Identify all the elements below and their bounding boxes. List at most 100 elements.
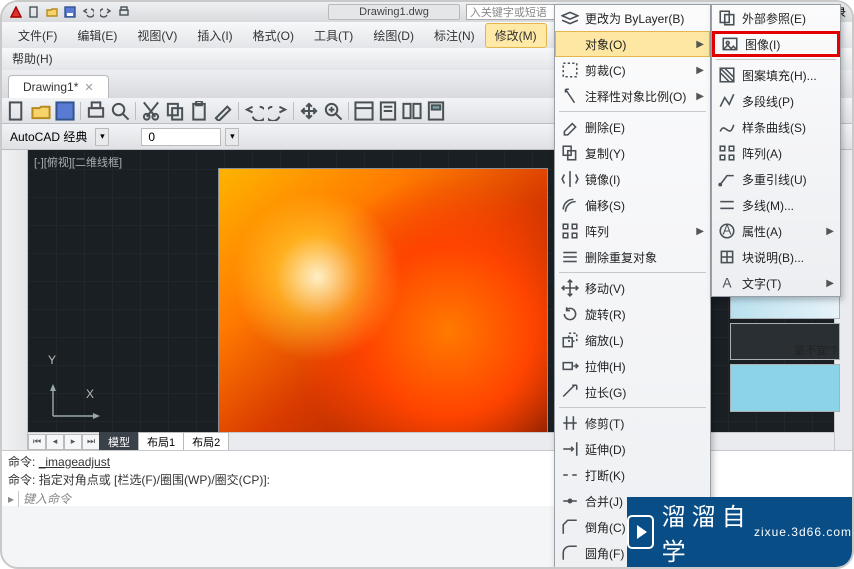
object-submenu-item[interactable]: 图案填充(H)... [712,62,840,88]
save-icon[interactable] [62,4,78,20]
modify-menu-item[interactable]: 删除(E) [555,114,710,140]
object-submenu-item[interactable]: 样条曲线(S) [712,114,840,140]
object-submenu-item[interactable]: 多线(M)... [712,192,840,218]
array-icon [561,222,579,240]
scale-icon [561,331,579,349]
command-prompt[interactable]: 键入命令 [23,490,71,508]
tab-layout1[interactable]: 布局1 [138,432,184,451]
object-submenu-item[interactable]: 块说明(B)... [712,244,840,270]
document-title: Drawing1.dwg [328,4,460,20]
menu-modify[interactable]: 修改(M) [485,23,547,48]
inserted-image[interactable] [218,168,548,440]
close-icon[interactable]: ✕ [84,81,93,94]
chevron-down-icon[interactable]: ▾ [95,128,109,146]
spline-icon [718,118,736,136]
undo-icon[interactable] [80,4,96,20]
modify-menu-item[interactable]: 复制(Y) [555,140,710,166]
plot-icon[interactable] [85,100,107,122]
calc-icon[interactable] [425,100,447,122]
open-doc-icon[interactable] [30,100,52,122]
modify-menu-item[interactable]: 更改为 ByLayer(B) [555,5,710,31]
tab-next-icon[interactable]: ▸ [64,434,82,450]
new-icon[interactable] [26,4,42,20]
chevron-right-icon: ▶ [696,39,704,50]
object-submenu-item[interactable]: 多重引线(U) [712,166,840,192]
menu-file[interactable]: 文件(F) [8,23,67,48]
object-submenu-item[interactable]: 外部参照(E) [712,5,840,31]
modify-menu-item[interactable]: 剪裁(C)▶ [555,57,710,83]
save-doc-icon[interactable] [54,100,76,122]
draw-toolbar[interactable] [2,150,28,450]
menu-insert[interactable]: 插入(I) [187,23,242,48]
array-icon [718,144,736,162]
preview-icon[interactable] [109,100,131,122]
modify-menu-item[interactable]: 打断(K) [555,462,710,488]
menu-item-label: 旋转(R) [585,306,704,323]
properties-icon[interactable] [353,100,375,122]
modify-menu-item[interactable]: 镜像(I) [555,166,710,192]
hatch-icon [718,66,736,84]
object-submenu-item[interactable]: 阵列(A) [712,140,840,166]
modify-menu-item[interactable]: 偏移(S) [555,192,710,218]
chevron-down-icon[interactable]: ▾ [225,128,239,146]
modify-menu-item[interactable]: 延伸(D) [555,436,710,462]
menu-dimension[interactable]: 标注(N) [424,23,485,48]
tab-layout2[interactable]: 布局2 [183,432,229,451]
workspace-name[interactable]: AutoCAD 经典 [6,126,91,147]
cmd-history-2a: 命令: [8,473,35,487]
menu-format[interactable]: 格式(O) [243,23,304,48]
menu-item-label: 更改为 ByLayer(B) [585,10,704,27]
thumbnail[interactable] [730,364,840,412]
modify-menu-item[interactable]: 拉伸(H) [555,353,710,379]
tab-model[interactable]: 模型 [99,432,139,451]
doc-tab[interactable]: Drawing1* ✕ [8,75,109,98]
app-icon[interactable] [8,4,24,20]
menu-draw[interactable]: 绘图(D) [363,23,424,48]
separator [348,102,349,120]
undo-tb-icon[interactable] [243,100,265,122]
modify-menu-item[interactable]: 注释性对象比例(O)▶ [555,83,710,109]
print-icon[interactable] [116,4,132,20]
zoom-icon[interactable] [322,100,344,122]
copy-icon [561,144,579,162]
paste-icon[interactable] [188,100,210,122]
menu-item-label: 阵列(A) [742,145,834,162]
modify-menu-item[interactable]: 拉长(G) [555,379,710,405]
chevron-right-icon: ▶ [696,226,704,237]
redo-icon[interactable] [98,4,114,20]
menu-view[interactable]: 视图(V) [127,23,187,48]
tab-first-icon[interactable]: ⏮ [28,434,46,450]
menu-tools[interactable]: 工具(T) [304,23,363,48]
modify-menu-item[interactable]: 移动(V) [555,275,710,301]
separator [559,272,706,273]
pan-icon[interactable] [298,100,320,122]
viewport-label[interactable]: [-][俯视][二维线框] [34,154,122,170]
cut-icon[interactable] [140,100,162,122]
layer-zero[interactable]: 0 [141,128,221,146]
tab-prev-icon[interactable]: ◂ [46,434,64,450]
modify-menu-item[interactable]: 缩放(L) [555,327,710,353]
menu-edit[interactable]: 编辑(E) [67,23,127,48]
new-doc-icon[interactable] [6,100,28,122]
cmd-expand-icon[interactable]: ▸ [8,490,14,508]
object-submenu-item[interactable]: A文字(T)▶ [712,270,840,296]
open-icon[interactable] [44,4,60,20]
stretch-icon [561,357,579,375]
redo-tb-icon[interactable] [267,100,289,122]
copy-icon[interactable] [164,100,186,122]
object-submenu-item[interactable]: A属性(A)▶ [712,218,840,244]
modify-menu-item[interactable]: 修剪(T) [555,410,710,436]
modify-menu-item[interactable]: 阵列▶ [555,218,710,244]
object-submenu-item[interactable]: 多段线(P) [712,88,840,114]
modify-menu-item[interactable]: 对象(O) ▶ [555,31,710,57]
modify-menu-item[interactable]: 旋转(R) [555,301,710,327]
matchprop-icon[interactable] [212,100,234,122]
sheet-icon[interactable] [377,100,399,122]
toolpalette-icon[interactable] [401,100,423,122]
tab-last-icon[interactable]: ⏭ [82,434,100,450]
modify-menu-item[interactable]: 删除重复对象 [555,244,710,270]
thumbnail[interactable]: 童不宜"? [730,323,840,360]
menu-item-label: 对象(O) [585,36,690,53]
object-submenu-item[interactable]: 图像(I) [712,31,840,57]
menu-item-label: 文字(T) [742,275,820,292]
